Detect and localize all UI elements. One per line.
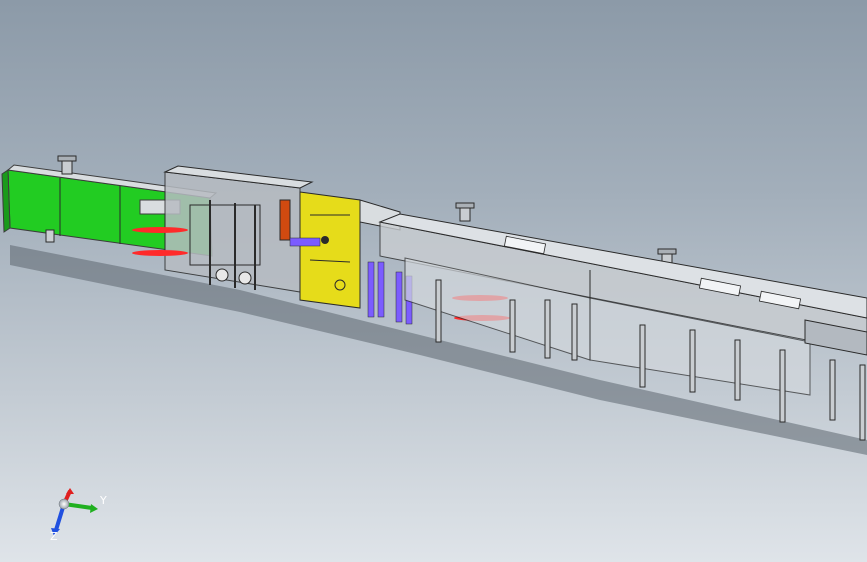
mounting-knob-4[interactable]	[45, 229, 55, 243]
mounting-knob-2[interactable]	[455, 202, 475, 222]
graphics-viewport[interactable]: Y Z	[0, 0, 867, 562]
z-axis-label: Z	[50, 530, 58, 543]
cad-model[interactable]	[0, 0, 867, 562]
y-axis-arrow	[63, 502, 98, 513]
outfeed-conveyor-frame[interactable]	[378, 213, 867, 396]
y-axis-label: Y	[99, 494, 107, 507]
forming-station[interactable]	[163, 165, 314, 293]
triad-origin	[58, 498, 70, 510]
coordinate-triad: Y Z	[50, 488, 107, 543]
